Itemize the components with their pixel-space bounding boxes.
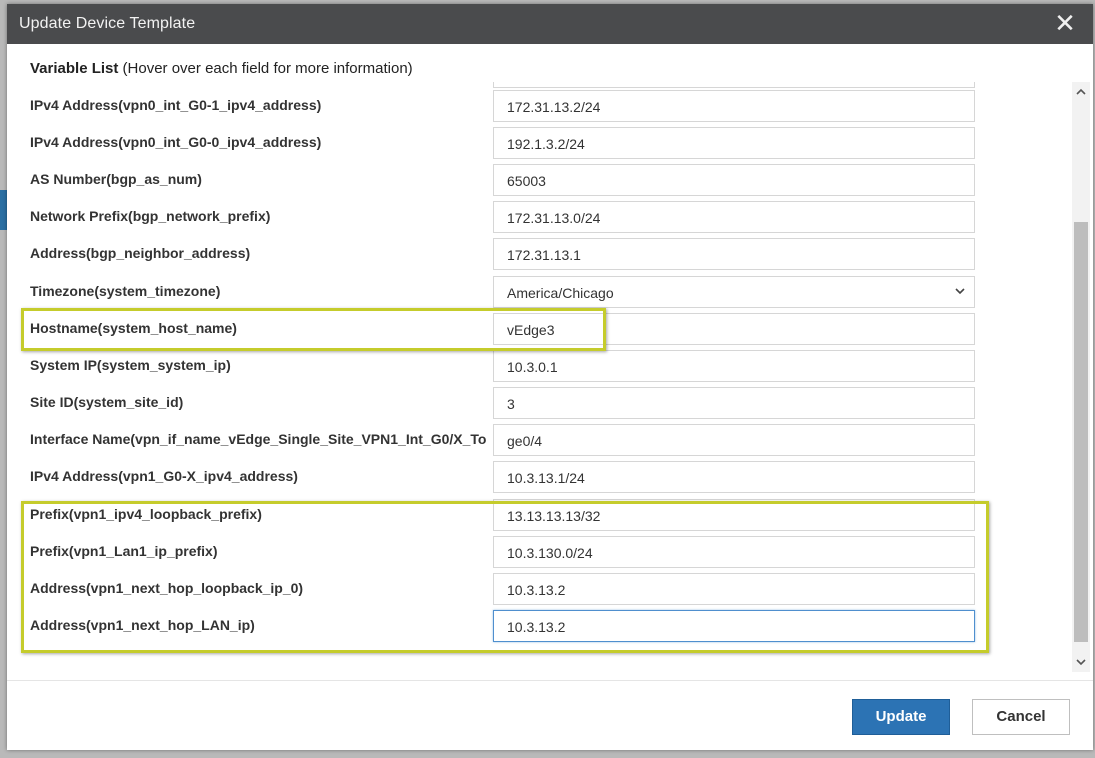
close-icon[interactable]: ✕ [1051,10,1079,38]
variable-input[interactable]: vEdge3 [493,313,975,345]
variable-list[interactable]: IPv4 Address(vpn0_int_G0-1_ipv4_address)… [7,82,1093,677]
variable-label: System IP(system_system_ip) [30,357,231,373]
variable-input[interactable]: ge0/4 [493,424,975,456]
dialog-titlebar: Update Device Template ✕ [7,4,1093,44]
variable-row: Network Prefix(bgp_network_prefix) 172.31… [7,199,1067,236]
variable-row: System IP(system_system_ip) 10.3.0.1 [7,348,1067,385]
footer-divider [7,680,1093,681]
chevron-down-icon[interactable] [954,285,966,297]
variable-list-header: Variable List (Hover over each field for… [30,60,413,77]
variable-input[interactable]: 172.31.13.2/24 [493,90,975,122]
variable-label: Timezone(system_timezone) [30,283,221,299]
variable-label: Hostname(system_host_name) [30,320,237,336]
dialog-title: Update Device Template [19,15,196,32]
variable-row: IPv4 Address(vpn0_int_G0-0_ipv4_address)… [7,125,1067,162]
variable-value: 10.3.13.2 [507,582,566,598]
variable-label: Address(vpn1_next_hop_loopback_ip_0) [30,580,304,596]
variable-input[interactable]: 10.3.130.0/24 [493,536,975,568]
variable-row: Address(bgp_neighbor_address) 172.31.13.1 [7,236,1067,273]
variable-list-hint: (Hover over each field for more informat… [118,60,413,77]
variable-row: Address(vpn1_next_hop_LAN_ip) 10.3.13.2 [7,608,1067,645]
variable-value: 3 [507,396,515,412]
variable-select[interactable]: America/Chicago [493,276,975,308]
variable-label: Address(bgp_neighbor_address) [30,245,251,261]
variable-label: Prefix(vpn1_ipv4_loopback_prefix) [30,506,262,522]
variable-list-title: Variable List [30,60,119,77]
update-device-template-dialog: Update Device Template ✕ Variable List (… [7,4,1093,750]
variable-input[interactable]: 10.3.13.2 [493,573,975,605]
variable-row: IPv4 Address(vpn1_G0-X_ipv4_address) 10.3… [7,459,1067,496]
variable-input[interactable]: 65003 [493,164,975,196]
variable-value: 172.31.13.1 [507,247,581,263]
variable-value: 13.13.13.13/32 [507,508,601,524]
variable-row: Prefix(vpn1_ipv4_loopback_prefix) 13.13.1… [7,497,1067,534]
variable-input[interactable]: 10.3.13.1/24 [493,461,975,493]
variable-label: IPv4 Address(vpn1_G0-X_ipv4_address) [30,468,298,484]
variable-label: IPv4 Address(vpn0_int_G0-1_ipv4_address) [30,97,322,113]
variable-label: AS Number(bgp_as_num) [30,171,202,187]
variable-value: ge0/4 [507,433,543,449]
variable-value: 172.31.13.2/24 [507,99,601,115]
variable-input[interactable]: 192.1.3.2/24 [493,127,975,159]
variable-value: vEdge3 [507,322,555,338]
variable-row: Hostname(system_host_name) vEdge3 [7,311,1067,348]
scrollbar-thumb[interactable] [1074,222,1088,642]
update-button[interactable]: Update [852,699,950,735]
variable-value: 10.3.130.0/24 [507,545,593,561]
variable-value: 172.31.13.0/24 [507,210,601,226]
variable-input[interactable]: 10.3.0.1 [493,350,975,382]
chevron-down-icon[interactable] [1073,654,1089,670]
cancel-button[interactable]: Cancel [972,699,1070,735]
variable-value: 192.1.3.2/24 [507,136,585,152]
variable-label: Network Prefix(bgp_network_prefix) [30,208,271,224]
variable-input[interactable]: 172.31.13.1 [493,238,975,270]
variable-label: Site ID(system_site_id) [30,394,184,410]
variable-row: Timezone(system_timezone) America/Chicago [7,274,1067,311]
scrollbar[interactable] [1072,82,1090,672]
variable-row: Site ID(system_site_id) 3 [7,385,1067,422]
variable-value: America/Chicago [507,285,614,301]
variable-row: IPv4 Address(vpn0_int_G0-1_ipv4_address)… [7,88,1067,125]
variable-input[interactable]: 10.3.13.2 [493,610,975,642]
variable-input[interactable]: 3 [493,387,975,419]
variable-row: Address(vpn1_next_hop_loopback_ip_0) 10.3… [7,571,1067,608]
chevron-up-icon[interactable] [1073,84,1089,100]
variable-row: Prefix(vpn1_Lan1_ip_prefix) 10.3.130.0/24 [7,534,1067,571]
variable-label: IPv4 Address(vpn0_int_G0-0_ipv4_address) [30,134,322,150]
variable-label: Prefix(vpn1_Lan1_ip_prefix) [30,543,218,559]
variable-row: AS Number(bgp_as_num) 65003 [7,162,1067,199]
variable-row: Interface Name(vpn_if_name_vEdge_Single_… [7,422,1067,459]
variable-value: 10.3.0.1 [507,359,558,375]
variable-label: Interface Name(vpn_if_name_vEdge_Single_… [30,431,487,447]
variable-value: 10.3.13.2 [507,619,566,635]
variable-label: Address(vpn1_next_hop_LAN_ip) [30,617,255,633]
variable-value: 65003 [507,173,546,189]
variable-input[interactable]: 13.13.13.13/32 [493,499,975,531]
variable-input[interactable]: 172.31.13.0/24 [493,201,975,233]
variable-value: 10.3.13.1/24 [507,470,585,486]
